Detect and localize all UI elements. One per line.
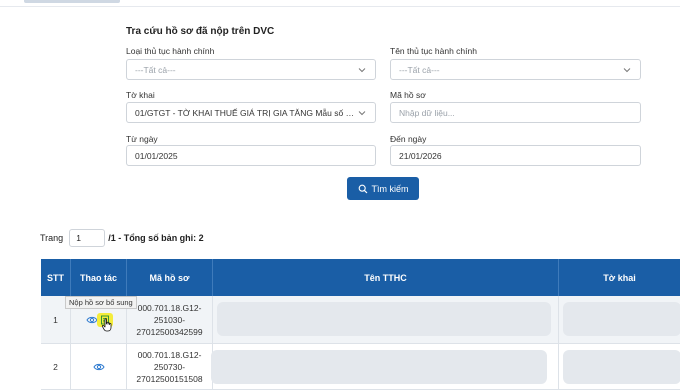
from-date-input[interactable]: 01/01/2025 [126,145,376,166]
redacted-procedure-name [217,302,551,336]
eye-icon[interactable] [85,314,98,326]
row-record-code: 000.701.18.G12- 251030- 27012500342599 [127,296,213,343]
action-tooltip: Nộp hồ sơ bổ sung [65,296,137,309]
row-procedure-name [211,344,559,389]
declaration-value: 01/GTGT - TỜ KHAI THUẾ GIÁ TRỊ GIA TĂNG … [135,107,357,118]
record-code-line: 27012500342599 [136,326,203,337]
row-declaration [559,344,680,389]
declaration-select[interactable]: 01/GTGT - TỜ KHAI THUẾ GIÁ TRỊ GIA TĂNG … [126,102,376,123]
chevron-down-icon [358,110,366,115]
header-procedure-name: Tên TTHC [213,259,559,296]
table-row[interactable]: 2 000.701.18.G12- 250730- 27012500151508 [41,344,680,390]
header-stt: STT [41,259,71,296]
header-declaration: Tờ khai [603,272,636,283]
search-button-label: Tìm kiếm [371,183,409,194]
top-divider [0,6,680,7]
to-date-value: 21/01/2026 [399,150,442,161]
header-record-code: Mã hồ sơ [127,259,213,296]
row-stt: 2 [41,344,71,389]
procedure-name-value: ---Tất cả--- [399,64,440,75]
procedure-type-label: Loại thủ tục hành chính [126,46,215,56]
chevron-down-icon [623,67,631,72]
record-code-line: 000.701.18.G12- [137,302,202,313]
total-records: /1 - Tổng số bản ghi: 2 [108,233,204,243]
form-title: Tra cứu hồ sơ đã nộp trên DVC [126,26,275,37]
record-code-line: 251030- [153,314,186,325]
chevron-down-icon [358,67,366,72]
row-procedure-name [213,296,559,343]
procedure-type-select[interactable]: ---Tất cả--- [126,59,376,80]
to-date-input[interactable]: 21/01/2026 [390,145,641,166]
redacted-declaration [563,350,680,384]
search-button[interactable]: Tìm kiếm [347,177,419,200]
table-row[interactable]: 1 000.701.18.G12- 251030- 27012500342599 [41,296,680,344]
from-date-label: Từ ngày [126,134,158,144]
eye-icon[interactable] [92,361,105,373]
redacted-declaration [563,302,680,336]
row-actions [71,344,127,389]
page-number-input[interactable]: 1 [69,229,106,247]
search-icon [358,184,367,193]
table-header: STT Thao tác Mã hồ sơ Tên TTHC Tờ khai [41,259,680,296]
header-actions: Thao tác [71,259,127,296]
record-code-input[interactable]: Nhập dữ liệu... [390,102,641,123]
results-table: STT Thao tác Mã hồ sơ Tên TTHC Tờ khai 1… [41,259,680,390]
hand-cursor-icon [101,318,112,332]
pagination: Trang 1 /1 - Tổng số bản ghi: 2 [40,229,204,247]
record-code-label: Mã hồ sơ [390,90,426,100]
record-code-line: 000.701.18.G12- [137,349,202,360]
record-code-line: 27012500151508 [136,373,203,384]
redacted-procedure-name [211,350,547,384]
declaration-label: Tờ khai [126,90,155,100]
procedure-type-value: ---Tất cả--- [135,64,176,75]
to-date-label: Đến ngày [390,134,427,144]
record-code-placeholder: Nhập dữ liệu... [399,107,455,118]
active-tab-indicator [24,0,120,3]
page-label: Trang [40,233,64,243]
procedure-name-select[interactable]: ---Tất cả--- [390,59,641,80]
row-declaration [559,296,680,343]
row-record-code: 000.701.18.G12- 250730- 27012500151508 [127,344,213,389]
procedure-name-label: Tên thủ tục hành chính [390,46,477,56]
from-date-value: 01/01/2025 [135,150,178,161]
record-code-line: 250730- [153,361,186,372]
